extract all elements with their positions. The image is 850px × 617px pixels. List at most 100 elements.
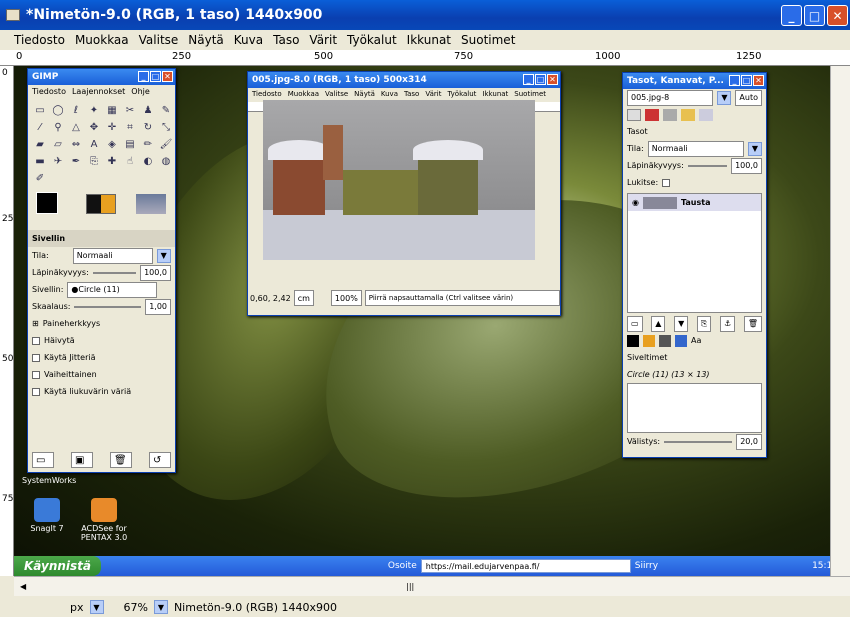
tab-pointer[interactable] <box>699 108 713 121</box>
scroll-left-icon[interactable]: ◀ <box>20 582 26 591</box>
menu-varit[interactable]: Värit <box>309 33 337 47</box>
restore-preset-icon[interactable]: ▣ <box>71 452 93 468</box>
option-fade[interactable]: Häivytä <box>28 332 175 349</box>
ink-tool-icon[interactable]: ✐ <box>32 170 48 186</box>
winter-painting[interactable] <box>263 100 535 260</box>
eraser-icon[interactable]: ▬ <box>32 153 48 169</box>
layer-opacity-input[interactable]: 100,0 <box>731 157 762 174</box>
tab-patterns[interactable] <box>643 334 655 347</box>
desktop-icon-snagit[interactable]: SnagIt 7 <box>22 498 72 533</box>
save-preset-icon[interactable]: ▭ <box>32 452 54 468</box>
zoom-icon[interactable]: ⚲ <box>50 119 66 135</box>
blur-icon[interactable]: ◍ <box>158 153 174 169</box>
menu-taso[interactable]: Taso <box>273 33 299 47</box>
airbrush-icon[interactable]: ✈ <box>50 153 66 169</box>
foreground-select-icon[interactable]: ♟ <box>140 102 156 118</box>
menu-suotimet[interactable]: Suotimet <box>461 33 515 47</box>
picker-icon[interactable]: ⁄ <box>32 119 48 135</box>
duplicate-layer-icon[interactable]: ⎘ <box>696 315 712 332</box>
layer-opacity-slider[interactable] <box>687 164 728 167</box>
brush-pattern-preview[interactable] <box>86 194 116 214</box>
crop-icon[interactable]: ⌗ <box>122 119 138 135</box>
option-jitter[interactable]: Käytä Jitteriä <box>28 349 175 366</box>
heal-icon[interactable]: ✚ <box>104 153 120 169</box>
shear-icon[interactable]: ▰ <box>32 136 48 152</box>
align-icon[interactable]: ✛ <box>104 119 120 135</box>
layers-titlebar[interactable]: Tasot, Kanavat, P... _ □ ✕ <box>623 73 766 89</box>
option-incremental[interactable]: Vaiheittainen <box>28 366 175 383</box>
measure-icon[interactable]: △ <box>68 119 84 135</box>
menu-item[interactable]: Työkalut <box>447 90 476 98</box>
maximize-button[interactable]: □ <box>804 5 825 26</box>
menu-nayta[interactable]: Näytä <box>188 33 224 47</box>
menu-ikkunat[interactable]: Ikkunat <box>407 33 451 47</box>
zoom-dropdown[interactable]: ▼ <box>153 600 168 614</box>
paintbrush-icon[interactable]: 🖌 <box>158 136 174 152</box>
tab-fonts[interactable]: Aa <box>691 336 701 345</box>
pressure-row[interactable]: ⊞ Paineherkkyys <box>28 315 175 332</box>
blend-icon[interactable]: ▤ <box>122 136 138 152</box>
option-gradient[interactable]: Käytä liukuvärin väriä <box>28 383 175 400</box>
menu-item[interactable]: Laajennokset <box>72 87 125 96</box>
horizontal-scrollbar[interactable]: ◀ ||| <box>14 576 850 596</box>
mode-select[interactable]: Normaali <box>72 247 153 264</box>
maximize-button[interactable]: □ <box>535 74 546 85</box>
eye-icon[interactable]: ◉ <box>632 198 639 207</box>
auto-button[interactable]: Auto <box>735 89 762 106</box>
tab-layers[interactable] <box>627 108 641 121</box>
menu-item[interactable]: Tiedosto <box>32 87 66 96</box>
tab-gradients[interactable] <box>659 334 671 347</box>
gradient-preview[interactable] <box>136 194 166 214</box>
minimize-button[interactable]: _ <box>781 5 802 26</box>
zoom-select[interactable]: 100% <box>330 290 362 306</box>
perspective-icon[interactable]: ▱ <box>50 136 66 152</box>
spacing-input[interactable]: 20,0 <box>736 433 762 450</box>
menu-kuva[interactable]: Kuva <box>234 33 263 47</box>
pencil-icon[interactable]: ✏ <box>140 136 156 152</box>
lasso-icon[interactable]: ℓ <box>68 102 84 118</box>
color-select-icon[interactable]: ▦ <box>104 102 120 118</box>
tab-channels[interactable] <box>645 108 659 121</box>
tab-palettes[interactable] <box>675 334 687 347</box>
maximize-button[interactable]: □ <box>741 75 752 86</box>
rotate-icon[interactable]: ↻ <box>140 119 156 135</box>
menu-item[interactable]: Suotimet <box>514 90 546 98</box>
close-button[interactable]: ✕ <box>827 5 848 26</box>
image-select[interactable]: 005.jpg-8 <box>627 89 714 106</box>
bucket-icon[interactable]: ◈ <box>104 136 120 152</box>
ellipse-select-icon[interactable]: ◯ <box>50 102 66 118</box>
dodge-icon[interactable]: ◐ <box>140 153 156 169</box>
zoom-value[interactable]: 67% <box>124 601 148 614</box>
desktop-icon-acdsee[interactable]: ACDSee for PENTAX 3.0 <box>74 498 134 542</box>
lock-checkbox[interactable] <box>662 178 671 187</box>
raise-layer-icon[interactable]: ▲ <box>651 315 666 332</box>
menu-item[interactable]: Valitse <box>325 90 348 98</box>
menu-tiedosto[interactable]: Tiedosto <box>14 33 65 47</box>
brush-select[interactable]: ● Circle (11) <box>67 281 158 298</box>
opacity-slider[interactable] <box>92 271 137 274</box>
menu-item[interactable]: Ohje <box>131 87 150 96</box>
menu-item[interactable]: Tiedosto <box>252 90 282 98</box>
layer-mode-select[interactable]: Normaali <box>647 140 744 157</box>
minimize-button[interactable]: _ <box>523 74 534 85</box>
menu-item[interactable]: Värit <box>425 90 441 98</box>
wand-icon[interactable]: ✦ <box>86 102 102 118</box>
ink-icon[interactable]: ✒ <box>68 153 84 169</box>
menu-muokkaa[interactable]: Muokkaa <box>75 33 129 47</box>
menu-item[interactable]: Näytä <box>354 90 375 98</box>
vertical-scrollbar[interactable] <box>830 66 850 596</box>
menu-item[interactable]: Ikkunat <box>482 90 508 98</box>
menu-item[interactable]: Muokkaa <box>288 90 319 98</box>
minimize-button[interactable]: _ <box>138 71 149 82</box>
lower-layer-icon[interactable]: ▼ <box>674 315 689 332</box>
address-input[interactable]: https://mail.edujarvenpaa.fi/ <box>420 559 631 573</box>
chevron-down-icon[interactable]: ▼ <box>717 90 732 105</box>
unit-dropdown[interactable]: ▼ <box>89 600 104 614</box>
menu-valitse[interactable]: Valitse <box>139 33 179 47</box>
rect-select-icon[interactable]: ▭ <box>32 102 48 118</box>
scroll-thumb[interactable]: ||| <box>406 582 414 591</box>
tab-brushes[interactable] <box>627 334 639 347</box>
clone-icon[interactable]: ⎘ <box>86 153 102 169</box>
close-button[interactable]: ✕ <box>162 71 173 82</box>
close-button[interactable]: ✕ <box>547 74 558 85</box>
